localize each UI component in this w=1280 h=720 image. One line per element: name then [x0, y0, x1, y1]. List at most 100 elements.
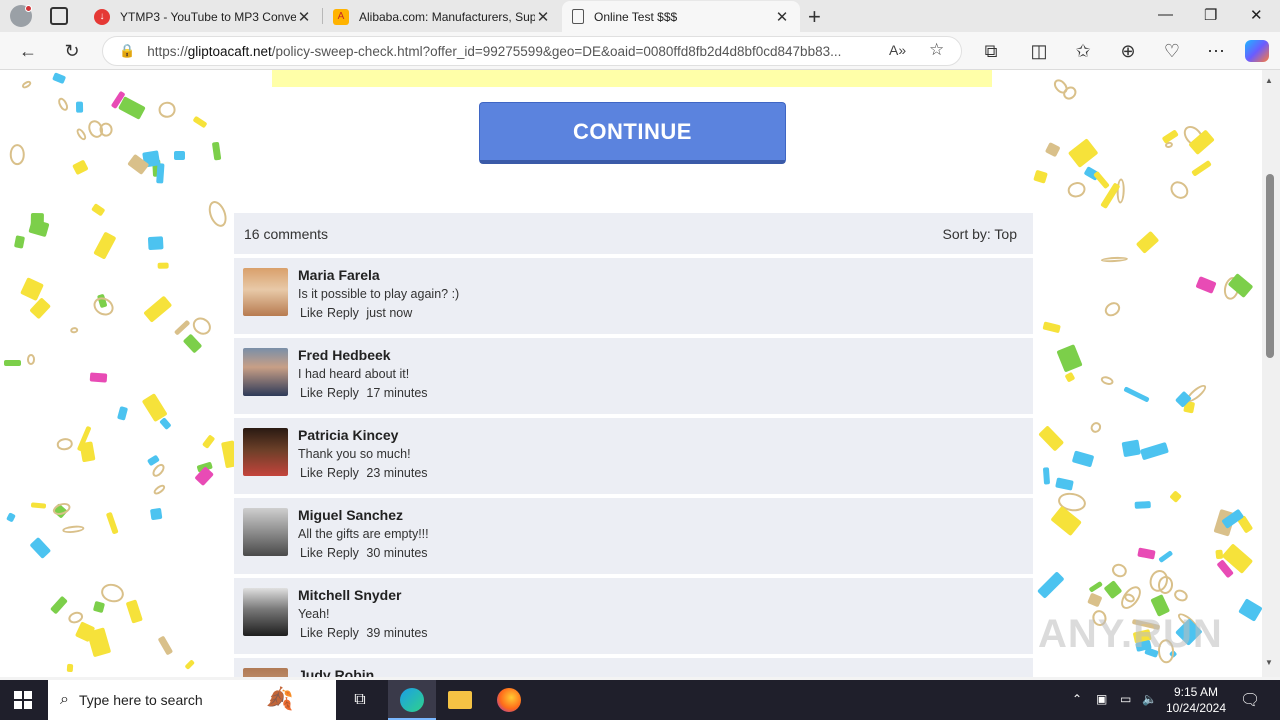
comment-time: just now [366, 306, 413, 320]
comment-author[interactable]: Maria Farela [298, 267, 380, 283]
confetti-piece [69, 326, 79, 335]
confetti-piece [1054, 477, 1074, 491]
confetti-piece [148, 236, 164, 251]
page-scrollbar[interactable]: ▲ ▼ [1262, 70, 1280, 677]
confetti-piece [29, 536, 52, 559]
confetti-piece [1037, 425, 1065, 453]
windows-start-icon[interactable] [14, 691, 32, 709]
scroll-down-icon[interactable]: ▼ [1265, 658, 1273, 667]
comment-time: 17 minutes [366, 386, 428, 400]
confetti-piece [173, 319, 191, 336]
tab-alibaba[interactable]: A Alibaba.com: Manufacturers, Suppliers … [323, 1, 561, 32]
copilot-icon[interactable] [1245, 40, 1269, 62]
file-explorer-icon[interactable] [448, 691, 472, 709]
split-screen-icon[interactable]: ◫ [1028, 40, 1050, 62]
comment-text: Yeah! [298, 607, 330, 621]
reply-link[interactable]: Reply [327, 466, 359, 480]
comment-item: Fred Hedbeek I had heard about it! Like R… [234, 338, 1033, 414]
tray-device-icon[interactable]: ▣ [1096, 692, 1107, 706]
confetti-piece [205, 198, 231, 230]
volume-icon[interactable]: 🔈 [1142, 692, 1157, 706]
collections-icon[interactable]: ⊕ [1117, 40, 1139, 62]
url-text: https://gliptoacaft.net/policy-sweep-che… [147, 44, 887, 59]
extensions-icon[interactable]: ⧉ [980, 40, 1002, 62]
confetti-piece [50, 595, 69, 615]
confetti-piece [1169, 489, 1182, 503]
search-placeholder: Type here to search [78, 692, 203, 708]
confetti-piece [1066, 179, 1088, 200]
taskbar-clock[interactable]: 9:15 AM 10/24/2024 [1160, 684, 1232, 716]
reply-link[interactable]: Reply [327, 306, 359, 320]
comment-author[interactable]: Miguel Sanchez [298, 507, 403, 523]
confetti-piece [158, 635, 174, 656]
confetti-piece [1195, 275, 1217, 294]
tray-chevron-icon[interactable]: ⌃ [1072, 692, 1082, 706]
favorites-icon[interactable]: ✩ [1072, 40, 1094, 62]
reply-link[interactable]: Reply [327, 626, 359, 640]
comment-author[interactable]: Judy Robin [298, 667, 374, 677]
sort-control[interactable]: Sort by: Top [943, 226, 1017, 242]
scroll-up-icon[interactable]: ▲ [1265, 76, 1273, 85]
network-icon[interactable]: ▭ [1120, 692, 1131, 706]
sort-value[interactable]: Top [994, 226, 1017, 242]
confetti-piece [1172, 587, 1190, 604]
more-options-icon[interactable]: ⋯ [1205, 40, 1227, 62]
firefox-icon[interactable] [497, 688, 521, 712]
comment-item: Mitchell Snyder Yeah! Like Reply 39 minut… [234, 578, 1033, 654]
confetti-piece [1139, 442, 1169, 461]
tab-online-test[interactable]: Online Test $$$ ✕ [562, 1, 800, 32]
comment-item: Judy Robin [234, 658, 1033, 677]
new-tab-icon[interactable]: + [808, 4, 821, 30]
tab-actions-icon[interactable] [50, 7, 68, 25]
edge-icon[interactable] [400, 688, 424, 712]
reply-link[interactable]: Reply [327, 386, 359, 400]
tab-title: YTMP3 - YouTube to MP3 Converter [120, 9, 296, 24]
scroll-thumb[interactable] [1266, 174, 1274, 358]
comment-author[interactable]: Patricia Kincey [298, 427, 398, 443]
comment-author[interactable]: Fred Hedbeek [298, 347, 391, 363]
tab-close-icon[interactable]: ✕ [774, 8, 790, 26]
like-link[interactable]: Like [300, 386, 323, 400]
confetti-piece [92, 600, 105, 613]
comment-item: Maria Farela Is it possible to play agai… [234, 258, 1033, 334]
restore-icon[interactable]: ❐ [1204, 6, 1217, 24]
browser-essentials-icon[interactable]: ♡ [1161, 40, 1183, 62]
clock-time: 9:15 AM [1173, 685, 1219, 699]
confetti-piece [31, 502, 47, 510]
confetti-piece [125, 598, 143, 624]
like-link[interactable]: Like [300, 466, 323, 480]
reply-link[interactable]: Reply [327, 546, 359, 560]
comment-meta: Like Reply just now [300, 306, 416, 320]
continue-button[interactable]: CONTINUE [479, 102, 786, 164]
taskbar-search[interactable]: ⌕ Type here to search 🍂 [48, 680, 336, 720]
tab-close-icon[interactable]: ✕ [535, 8, 551, 26]
minimize-icon[interactable]: — [1158, 6, 1173, 23]
url-path: /policy-sweep-check.html?offer_id=992755… [271, 43, 842, 59]
refresh-icon[interactable]: ↻ [61, 40, 83, 62]
confetti-piece [74, 126, 88, 142]
favorite-star-icon[interactable]: ☆ [929, 40, 944, 60]
confetti-piece [1042, 467, 1051, 485]
confetti-piece [201, 434, 216, 450]
like-link[interactable]: Like [300, 626, 323, 640]
like-link[interactable]: Like [300, 546, 323, 560]
read-aloud-icon[interactable]: A» [889, 42, 906, 58]
confetti-piece [1056, 344, 1083, 373]
confetti-piece [1045, 142, 1061, 159]
notifications-icon[interactable]: 🗨 [1240, 690, 1260, 710]
confetti-piece [56, 96, 71, 113]
address-bar[interactable]: 🔒 https://gliptoacaft.net/policy-sweep-c… [102, 36, 962, 66]
url-domain: gliptoacaft.net [187, 43, 272, 59]
profile-avatar-icon[interactable] [10, 5, 32, 27]
confetti-piece [1088, 580, 1103, 593]
comments-count: 16 comments [244, 225, 329, 242]
tab-title: Alibaba.com: Manufacturers, Suppliers [359, 9, 535, 24]
task-view-icon[interactable]: ⧉ [348, 688, 372, 712]
tab-close-icon[interactable]: ✕ [296, 8, 312, 26]
back-icon[interactable]: ← [17, 40, 39, 62]
close-window-icon[interactable]: ✕ [1250, 6, 1263, 24]
tab-ytmp3[interactable]: ↓ YTMP3 - YouTube to MP3 Converter ✕ [84, 1, 322, 32]
comment-author[interactable]: Mitchell Snyder [298, 587, 401, 603]
like-link[interactable]: Like [300, 306, 323, 320]
comment-meta: Like Reply 23 minutes [300, 466, 432, 480]
